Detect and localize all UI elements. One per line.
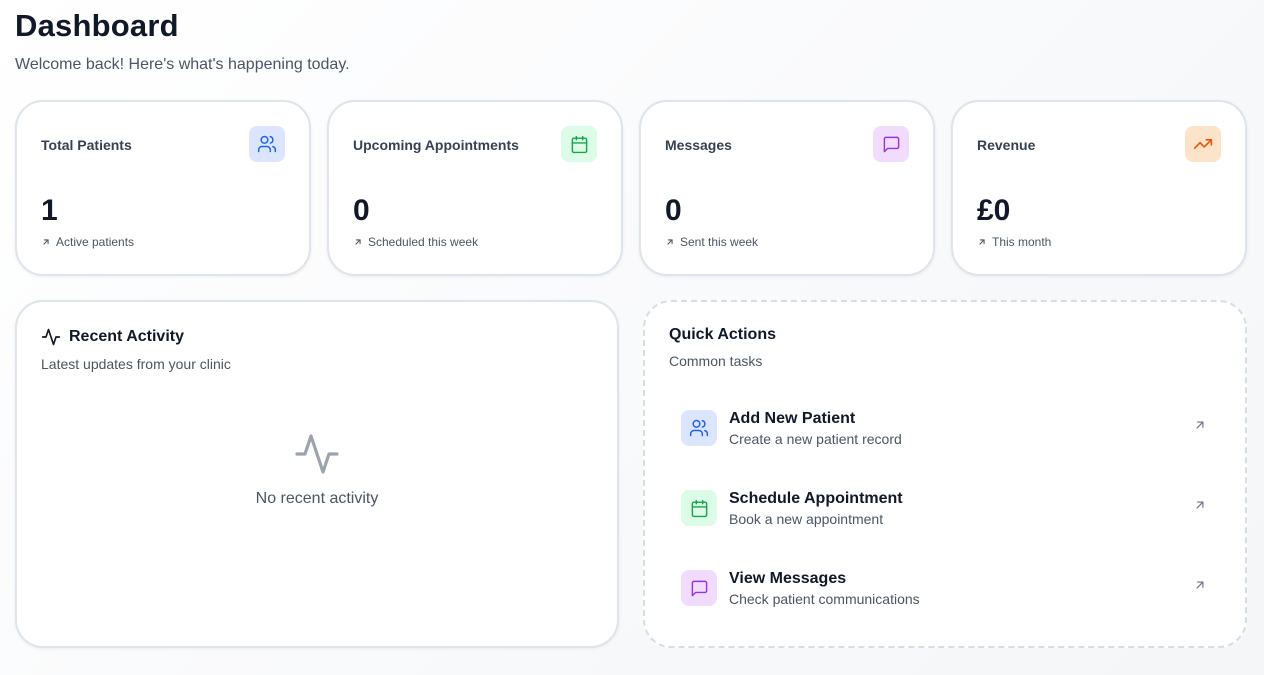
stat-card-total-patients: Total Patients 1 Active patients (15, 100, 311, 276)
stat-subtext: Sent this week (665, 235, 758, 249)
stat-value: £0 (977, 194, 1011, 227)
recent-activity-title: Recent Activity (69, 328, 184, 345)
arrow-up-right-icon (979, 239, 985, 245)
recent-activity-panel: Recent Activity Latest updates from your… (15, 300, 619, 648)
stat-card-revenue: Revenue £0 This month (951, 100, 1247, 276)
arrow-up-right-icon (1196, 581, 1204, 589)
recent-activity-subtitle: Latest updates from your clinic (41, 356, 231, 372)
empty-state-text: No recent activity (255, 490, 379, 507)
stat-subtext: This month (977, 235, 1051, 249)
arrow-up-right-icon (667, 239, 673, 245)
action-title: Schedule Appointment (729, 489, 903, 507)
calendar-icon (681, 490, 717, 526)
stat-subtext-label: Active patients (56, 235, 135, 249)
message-icon (681, 570, 717, 606)
arrow-up-right-icon (1196, 501, 1204, 509)
action-title: View Messages (729, 569, 847, 587)
view-messages-button[interactable]: View Messages Check patient communicatio… (669, 558, 1221, 618)
quick-actions-title: Quick Actions (669, 326, 776, 343)
stat-title: Total Patients (41, 137, 132, 153)
activity-icon (41, 328, 61, 346)
calendar-icon (561, 126, 597, 162)
stat-value: 1 (41, 194, 58, 227)
arrow-up-right-icon (43, 239, 49, 245)
stat-subtext-label: This month (992, 235, 1052, 249)
arrow-up-right-icon (355, 239, 361, 245)
stat-card-messages: Messages 0 Sent this week (639, 100, 935, 276)
stat-title: Upcoming Appointments (353, 137, 519, 153)
message-icon (873, 126, 909, 162)
stat-subtext: Active patients (41, 235, 134, 249)
action-description: Check patient communications (729, 590, 920, 607)
stat-title: Revenue (977, 137, 1036, 153)
stat-subtext-label: Sent this week (680, 235, 759, 249)
page-subtitle: Welcome back! Here's what's happening to… (15, 56, 350, 73)
stat-value: 0 (665, 194, 682, 227)
stat-value: 0 (353, 194, 370, 227)
action-description: Create a new patient record (729, 430, 902, 447)
quick-actions-panel: Quick Actions Common tasks Add New Patie… (643, 300, 1247, 648)
schedule-appointment-button[interactable]: Schedule Appointment Book a new appointm… (669, 478, 1221, 538)
stat-card-upcoming-appointments: Upcoming Appointments 0 Scheduled this w… (327, 100, 623, 276)
activity-icon (295, 434, 339, 474)
action-title: Add New Patient (729, 409, 856, 427)
arrow-up-right-icon (1196, 421, 1204, 429)
action-description: Book a new appointment (729, 510, 884, 527)
recent-activity-header: Recent Activity (41, 327, 184, 347)
users-icon (249, 126, 285, 162)
page-title: Dashboard (15, 8, 179, 43)
add-new-patient-button[interactable]: Add New Patient Create a new patient rec… (669, 398, 1221, 458)
stat-subtext: Scheduled this week (353, 235, 478, 249)
stat-subtext-label: Scheduled this week (368, 235, 479, 249)
stat-title: Messages (665, 137, 732, 153)
quick-actions-subtitle: Common tasks (669, 353, 763, 369)
empty-state: No recent activity (17, 430, 617, 508)
users-icon (681, 410, 717, 446)
trending-up-icon (1185, 126, 1221, 162)
